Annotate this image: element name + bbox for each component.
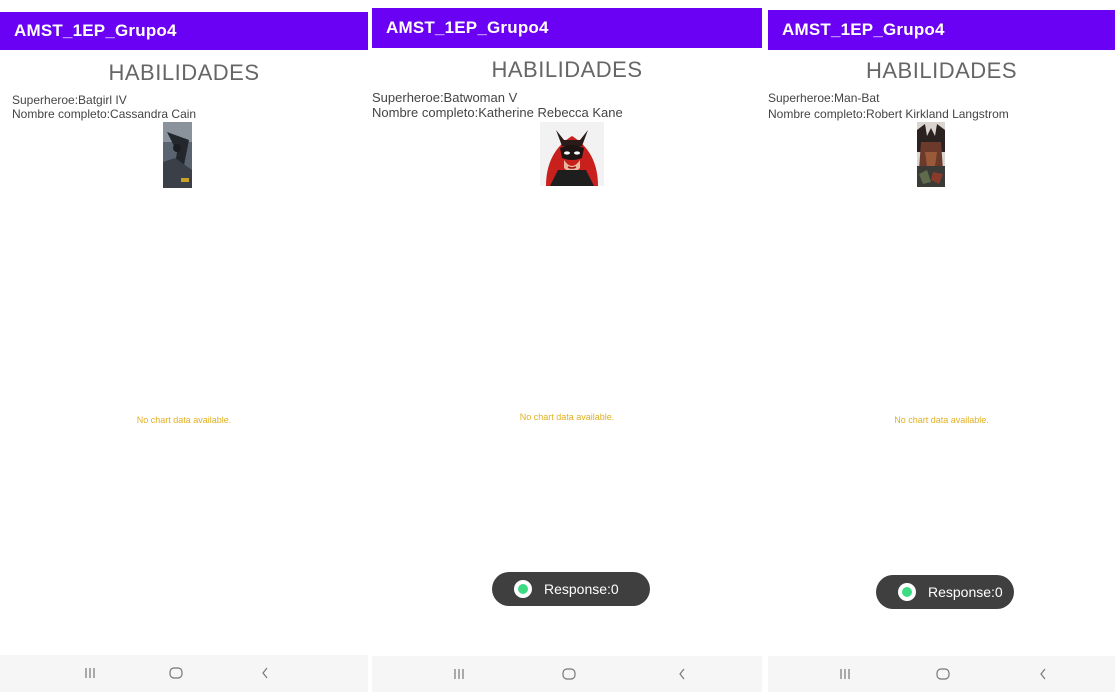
app-title: AMST_1EP_Grupo4: [14, 21, 177, 40]
superhero-name: Superheroe:Batwoman V: [372, 90, 518, 105]
back-button[interactable]: [245, 655, 285, 691]
hero-image: [540, 122, 604, 186]
back-icon: [679, 668, 685, 680]
phone-screen-1: AMST_1EP_Grupo4 HABILIDADES Superheroe:B…: [0, 0, 368, 692]
no-chart-message: No chart data available.: [894, 415, 989, 425]
back-button[interactable]: [662, 656, 702, 692]
home-icon: [562, 668, 576, 680]
app-title: AMST_1EP_Grupo4: [782, 20, 945, 39]
response-toast: Response:0: [492, 572, 650, 606]
home-icon: [169, 667, 183, 679]
back-icon: [1040, 668, 1046, 680]
hero-image: [917, 122, 945, 187]
superhero-name: Superheroe:Batgirl IV: [12, 93, 127, 107]
home-button[interactable]: [156, 655, 196, 691]
full-name: Nombre completo:Robert Kirkland Langstro…: [768, 107, 1009, 121]
no-chart-message: No chart data available.: [136, 415, 232, 425]
recents-button[interactable]: [825, 656, 865, 692]
back-button[interactable]: [1023, 656, 1063, 692]
app-bar: AMST_1EP_Grupo4: [768, 10, 1115, 50]
app-bar: AMST_1EP_Grupo4: [0, 12, 368, 50]
android-app-icon: [514, 580, 532, 598]
home-icon: [936, 668, 950, 680]
recents-button[interactable]: [70, 655, 110, 691]
system-nav-bar: [372, 656, 762, 692]
home-button[interactable]: [549, 656, 589, 692]
home-button[interactable]: [923, 656, 963, 692]
response-toast: Response:0: [876, 575, 1014, 609]
full-name: Nombre completo:Katherine Rebecca Kane: [372, 105, 623, 120]
page-title: HABILIDADES: [491, 57, 643, 82]
system-nav-bar: [768, 656, 1115, 692]
app-title: AMST_1EP_Grupo4: [386, 18, 549, 37]
superhero-name: Superheroe:Man-Bat: [768, 91, 880, 105]
phone-screen-2: AMST_1EP_Grupo4 HABILIDADES Superheroe:B…: [372, 0, 762, 692]
toast-text: Response:0: [928, 584, 1003, 600]
android-app-icon: [898, 583, 916, 601]
app-bar: AMST_1EP_Grupo4: [372, 8, 762, 48]
system-nav-bar: [0, 655, 368, 692]
page-title: HABILIDADES: [866, 58, 1017, 83]
toast-text: Response:0: [544, 581, 619, 597]
back-icon: [262, 667, 268, 679]
recent-apps-icon: [454, 669, 464, 679]
recents-button[interactable]: [439, 656, 479, 692]
recent-apps-icon: [85, 668, 95, 678]
phone-screen-3: AMST_1EP_Grupo4 HABILIDADES Superheroe:M…: [768, 0, 1115, 692]
full-name: Nombre completo:Cassandra Cain: [12, 107, 197, 121]
recent-apps-icon: [840, 669, 850, 679]
hero-image: [163, 122, 192, 188]
no-chart-message: No chart data available.: [519, 412, 615, 422]
page-title: HABILIDADES: [108, 60, 260, 85]
